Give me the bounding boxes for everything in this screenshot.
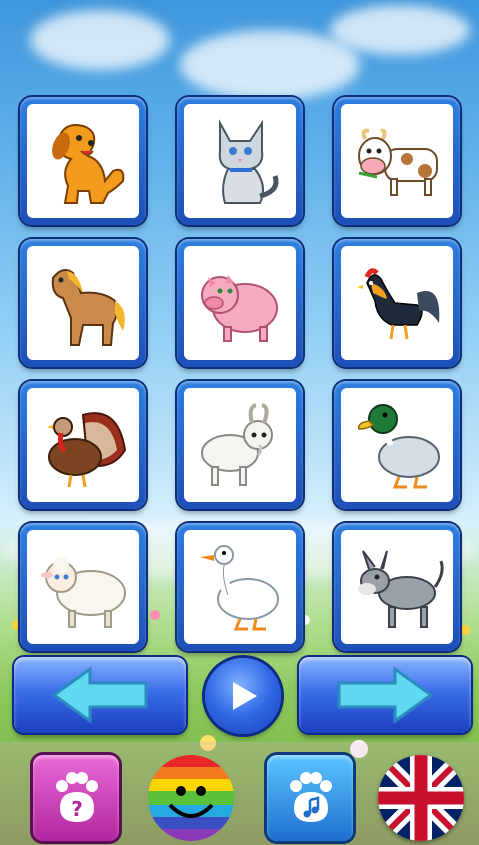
donkey-icon [358, 550, 444, 628]
uk-flag-icon [378, 755, 464, 841]
animal-tile-pig[interactable] [177, 239, 303, 367]
cloud [30, 10, 170, 70]
animal-tile-rooster[interactable] [334, 239, 460, 367]
animal-tile-goose[interactable] [177, 523, 303, 651]
cloud [180, 30, 360, 100]
cat-icon [218, 119, 279, 204]
colors-button[interactable] [148, 755, 234, 841]
dog-icon [52, 124, 125, 204]
arrow-right-icon [337, 666, 434, 724]
previous-page-button[interactable] [14, 657, 186, 733]
help-button[interactable]: ? [33, 755, 119, 841]
paw-music-icon [290, 772, 332, 822]
paw-question-icon: ? [56, 772, 98, 822]
turkey-icon [47, 412, 127, 488]
animal-tile-goat[interactable] [177, 381, 303, 509]
next-page-button[interactable] [299, 657, 471, 733]
goat-icon [201, 403, 273, 486]
animal-tile-cat[interactable] [177, 97, 303, 225]
play-icon [233, 682, 257, 710]
animal-tile-sheep[interactable] [20, 523, 146, 651]
animal-tile-horse[interactable] [20, 239, 146, 367]
cow-icon [358, 128, 438, 196]
goose-icon [200, 545, 279, 631]
horse-icon [51, 268, 125, 346]
animal-tile-cow[interactable] [334, 97, 460, 225]
duck-icon [357, 404, 440, 489]
flower [150, 610, 160, 620]
flower [460, 625, 470, 635]
language-button[interactable] [378, 755, 464, 841]
play-button[interactable] [205, 658, 281, 734]
rainbow-smiley-icon [148, 755, 234, 841]
animal-tile-duck[interactable] [334, 381, 460, 509]
sound-button[interactable] [267, 755, 353, 841]
rooster-icon [357, 268, 440, 340]
pig-icon [201, 275, 278, 342]
sheep-icon [41, 557, 126, 628]
animal-tile-turkey[interactable] [20, 381, 146, 509]
arrow-left-icon [51, 666, 148, 724]
animal-tile-donkey[interactable] [334, 523, 460, 651]
cloud [330, 5, 470, 55]
svg-text:?: ? [71, 797, 83, 821]
animal-tile-dog[interactable] [20, 97, 146, 225]
